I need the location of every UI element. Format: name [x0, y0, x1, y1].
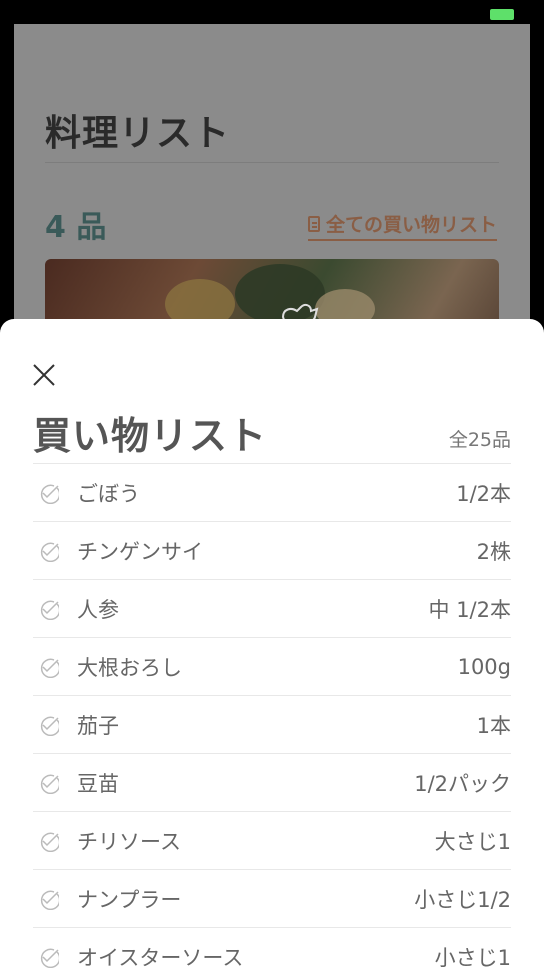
list-item[interactable]: 大根おろし 100g: [33, 637, 511, 695]
status-bar: [0, 0, 544, 24]
item-quantity: 2株: [476, 539, 511, 564]
all-shopping-list-label: 全ての買い物リスト: [325, 214, 497, 236]
check-circle-icon[interactable]: [37, 946, 59, 968]
list-item[interactable]: チンゲンサイ 2株: [33, 521, 511, 579]
item-quantity: 100g: [457, 654, 511, 679]
check-circle-icon[interactable]: [37, 714, 59, 736]
shopping-list: ごぼう 1/2本 チンゲンサイ 2株 人参 中 1/2本 大根おろし 100g …: [33, 463, 511, 968]
dish-count: 4 品: [45, 210, 107, 245]
list-item[interactable]: 人参 中 1/2本: [33, 579, 511, 637]
item-quantity: 小さじ1: [434, 945, 511, 968]
item-quantity: 1/2パック: [414, 771, 511, 796]
check-circle-icon[interactable]: [37, 830, 59, 852]
check-circle-icon[interactable]: [37, 772, 59, 794]
item-name: チリソース: [77, 829, 181, 854]
item-total: 全25品: [448, 429, 511, 451]
item-name: ナンプラー: [77, 887, 182, 912]
item-quantity: 大さじ1: [434, 829, 511, 854]
item-name: 人参: [77, 597, 119, 622]
page-title: 料理リスト: [45, 113, 231, 154]
item-quantity: 中 1/2本: [428, 597, 511, 622]
list-item[interactable]: 豆苗 1/2パック: [33, 753, 511, 811]
close-icon[interactable]: [30, 361, 58, 389]
item-name: 茄子: [77, 713, 119, 738]
sheet-title: 買い物リスト: [33, 414, 268, 458]
item-quantity: 1本: [476, 713, 511, 738]
list-item[interactable]: 茄子 1本: [33, 695, 511, 753]
check-circle-icon[interactable]: [37, 482, 59, 504]
check-circle-icon[interactable]: [37, 540, 59, 562]
item-quantity: 小さじ1/2: [414, 887, 511, 912]
list-item[interactable]: ナンプラー 小さじ1/2: [33, 869, 511, 927]
list-item[interactable]: ごぼう 1/2本: [33, 463, 511, 521]
item-name: 豆苗: [77, 771, 119, 796]
item-name: 大根おろし: [77, 655, 182, 680]
check-circle-icon[interactable]: [37, 888, 59, 910]
item-quantity: 1/2本: [456, 481, 511, 506]
item-name: オイスターソース: [77, 945, 244, 968]
list-item[interactable]: チリソース 大さじ1: [33, 811, 511, 869]
list-item[interactable]: オイスターソース 小さじ1: [33, 927, 511, 968]
check-circle-icon[interactable]: [37, 656, 59, 678]
battery-icon: [490, 9, 514, 20]
all-shopping-list-link[interactable]: 全ての買い物リスト: [307, 210, 497, 241]
item-name: ごぼう: [77, 481, 140, 506]
check-circle-icon[interactable]: [37, 598, 59, 620]
divider: [45, 162, 499, 163]
shopping-list-sheet: 買い物リスト 全25品 ごぼう 1/2本 チンゲンサイ 2株 人参 中 1/2本…: [0, 319, 544, 968]
document-icon: [307, 215, 320, 232]
item-name: チンゲンサイ: [77, 539, 203, 564]
